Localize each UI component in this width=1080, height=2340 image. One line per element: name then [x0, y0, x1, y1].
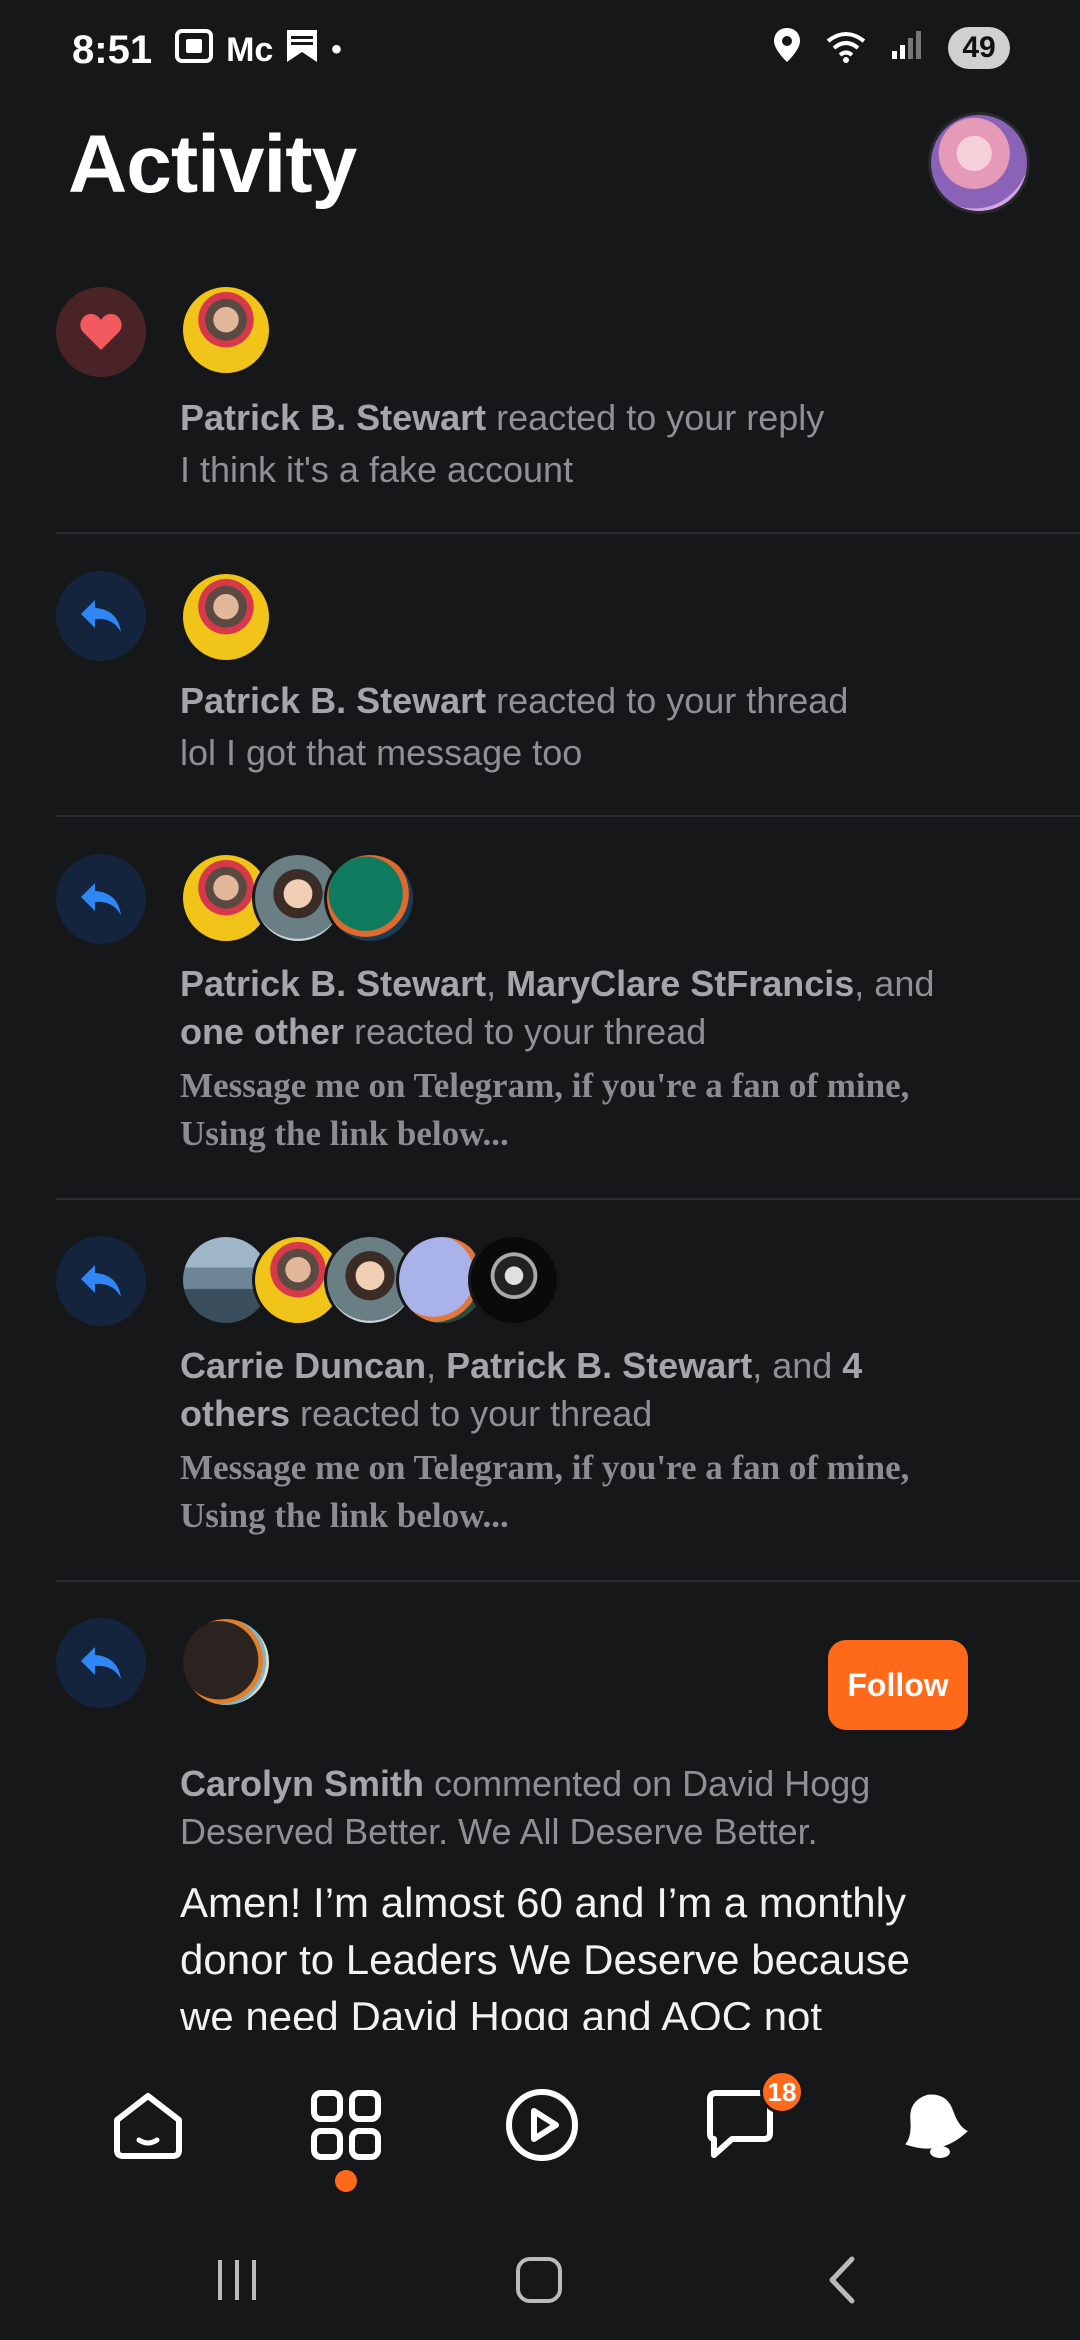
actor-avatars [180, 284, 272, 376]
actor-count-label[interactable]: others [180, 1393, 290, 1434]
avatar[interactable] [180, 1616, 272, 1708]
reply-icon [56, 1618, 146, 1708]
home-button-icon[interactable] [499, 2250, 579, 2310]
activity-summary: Patrick B. Stewart reacted to your reply [180, 394, 1040, 442]
follow-button[interactable]: Follow [828, 1640, 968, 1730]
reply-icon [56, 854, 146, 944]
battery-indicator: 49 [948, 26, 1010, 69]
actor-avatars [180, 852, 416, 944]
separator-text: , [486, 963, 507, 1004]
action-text: reacted to your reply [486, 397, 825, 438]
activity-snippet: lol I got that message too [180, 732, 583, 773]
post-title[interactable]: Deserved Better. We All Deserve Better. [180, 1811, 818, 1852]
status-right-icons: 49 [772, 26, 1010, 69]
heart-icon [56, 287, 146, 377]
separator-text: , [426, 1345, 447, 1386]
active-tab-indicator [335, 2170, 357, 2192]
app-notification-text: Mc [226, 30, 274, 69]
wifi-icon [824, 27, 868, 68]
actor-name[interactable]: MaryClare StFrancis [506, 963, 854, 1004]
reply-icon [56, 1236, 146, 1326]
signal-icon [890, 29, 926, 66]
snippet-line: Message me on Telegram, if you're a fan … [180, 1066, 910, 1105]
comment-body: Amen! I’m almost 60 and I’m a monthly do… [180, 1874, 1040, 2032]
activity-item[interactable]: Patrick B. Stewart reacted to your reply… [56, 282, 1080, 534]
snippet-line: Using the link below... [180, 1114, 509, 1153]
dot-icon: • [331, 33, 342, 66]
avatar[interactable] [180, 284, 272, 376]
activity-summary: Patrick B. Stewart, MaryClare StFrancis,… [180, 960, 1040, 1056]
actor-name[interactable]: Patrick B. Stewart [180, 963, 486, 1004]
bottom-navigation: 18 [0, 2030, 1080, 2220]
separator-text: , and [752, 1345, 843, 1386]
location-icon [772, 26, 802, 69]
profile-avatar[interactable] [928, 112, 1030, 214]
home-icon[interactable] [93, 2070, 203, 2180]
avatar[interactable] [180, 571, 272, 663]
chat-badge: 18 [760, 2070, 804, 2114]
page-title: Activity [68, 119, 357, 210]
snippet-line: Using the link below... [180, 1496, 509, 1535]
comment-line: we need David Hogg and AOC not [180, 1993, 823, 2032]
bookmark-icon [285, 28, 319, 73]
bell-icon[interactable] [878, 2070, 988, 2180]
actor-name[interactable]: one other [180, 1011, 344, 1052]
back-icon[interactable] [802, 2250, 882, 2310]
reply-icon [56, 571, 146, 661]
separator-text: , and [854, 963, 935, 1004]
recent-apps-icon[interactable] [197, 2250, 277, 2310]
activity-item[interactable]: Patrick B. Stewart reacted to your threa… [56, 565, 1080, 817]
avatar[interactable] [324, 852, 416, 944]
actor-name[interactable]: Carolyn Smith [180, 1763, 424, 1804]
snippet-line: Message me on Telegram, if you're a fan … [180, 1448, 910, 1487]
comment-line: Amen! I’m almost 60 and I’m a monthly [180, 1879, 906, 1926]
system-navigation [0, 2220, 1080, 2340]
actor-count[interactable]: 4 [842, 1345, 862, 1386]
actor-avatars [180, 1616, 272, 1708]
grid-icon[interactable] [291, 2070, 401, 2180]
action-text: reacted to your thread [486, 680, 849, 721]
activity-summary: Patrick B. Stewart reacted to your threa… [180, 677, 1040, 725]
actor-name[interactable]: Carrie Duncan [180, 1345, 426, 1386]
activity-item[interactable]: Patrick B. Stewart, MaryClare StFrancis,… [56, 848, 1080, 1200]
activity-snippet: Message me on Telegram, if you're a fan … [180, 1444, 1040, 1540]
play-icon[interactable] [487, 2070, 597, 2180]
action-text: commented on David Hogg [424, 1763, 871, 1804]
actor-avatars [180, 571, 272, 663]
status-time: 8:51 [72, 27, 153, 72]
activity-snippet: I think it's a fake account [180, 449, 574, 490]
activity-summary: Carolyn Smith commented on David Hogg Des… [180, 1760, 1040, 1856]
actor-name[interactable]: Patrick B. Stewart [180, 397, 486, 438]
avatar[interactable] [468, 1234, 560, 1326]
actor-name[interactable]: Patrick B. Stewart [446, 1345, 752, 1386]
action-text: reacted to your thread [344, 1011, 707, 1052]
activity-snippet: Message me on Telegram, if you're a fan … [180, 1062, 1040, 1158]
screenshot-icon [174, 28, 214, 73]
action-text: reacted to your thread [290, 1393, 653, 1434]
actor-avatars [180, 1234, 560, 1326]
activity-item[interactable]: Carrie Duncan, Patrick B. Stewart, and 4… [56, 1230, 1080, 1582]
comment-line: donor to Leaders We Deserve because [180, 1936, 910, 1983]
actor-name[interactable]: Patrick B. Stewart [180, 680, 486, 721]
status-left-icons: Mc • [174, 28, 342, 73]
activity-summary: Carrie Duncan, Patrick B. Stewart, and 4… [180, 1342, 1040, 1438]
status-bar: 8:51 Mc • 49 [0, 0, 1080, 100]
